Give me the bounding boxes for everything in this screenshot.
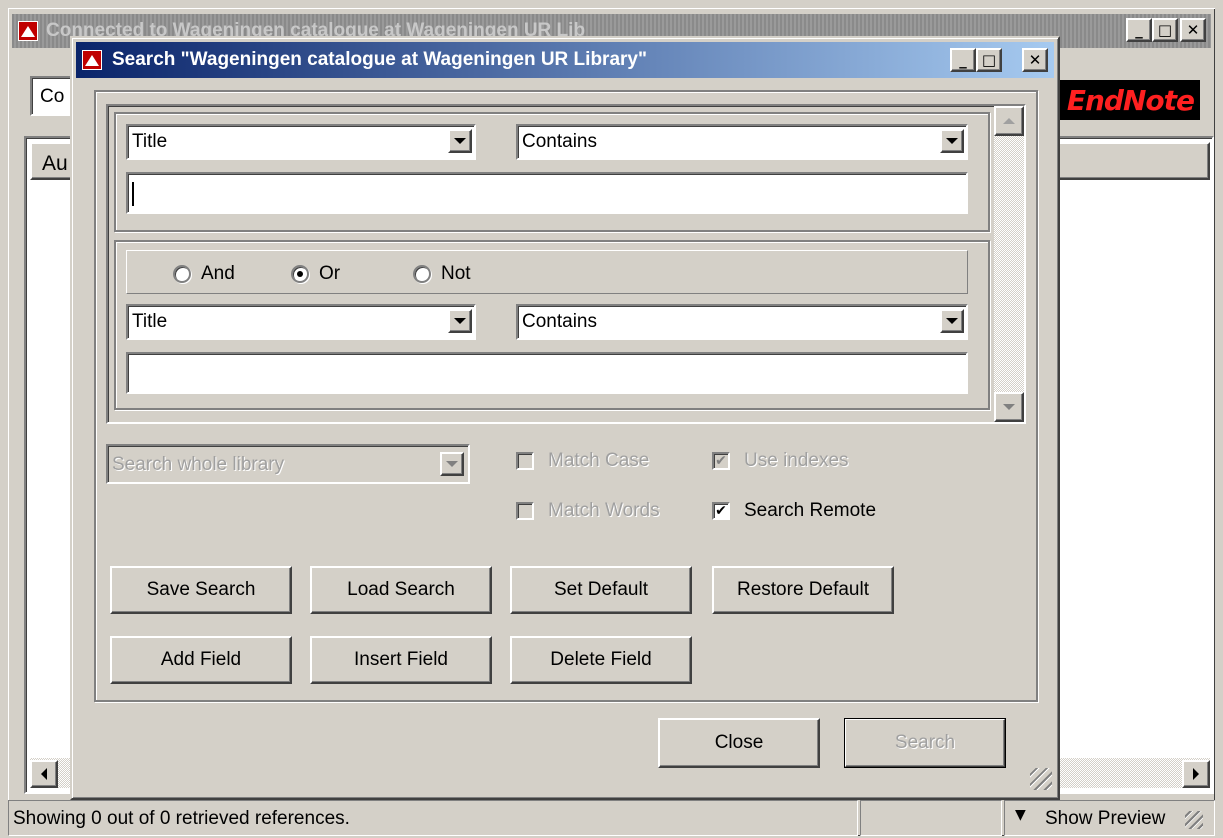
boolean-group: And Or Not — [126, 250, 968, 294]
status-bar: Showing 0 out of 0 retrieved references.… — [8, 800, 1215, 836]
criteria-area: Title Contains And Or Not Title Contains — [106, 104, 1026, 424]
criterion-2-operator-select[interactable]: Contains — [516, 304, 968, 340]
dialog-title: Search "Wageningen catalogue at Wagening… — [112, 49, 647, 70]
criterion-1-value-input[interactable] — [126, 172, 968, 214]
add-field-button[interactable]: Add Field — [110, 636, 292, 684]
column-header-filler — [1056, 142, 1210, 180]
status-pane-2 — [860, 800, 1002, 836]
radio-not[interactable]: Not — [413, 263, 471, 285]
save-search-button[interactable]: Save Search — [110, 566, 292, 614]
close-button[interactable]: Close — [658, 718, 820, 768]
arrow-down-icon — [1003, 404, 1015, 410]
scroll-left-button[interactable] — [30, 760, 58, 788]
scroll-down-button[interactable] — [994, 392, 1024, 422]
status-text-pane: Showing 0 out of 0 retrieved references. — [8, 800, 858, 836]
dropdown-arrow-icon[interactable] — [440, 452, 464, 476]
match-case-checkbox[interactable] — [516, 452, 534, 470]
dialog-minimize-button[interactable]: _ — [950, 48, 976, 72]
arrow-right-icon — [1193, 768, 1199, 780]
dropdown-arrow-icon[interactable] — [940, 129, 964, 153]
restore-default-button[interactable]: Restore Default — [712, 566, 894, 614]
use-indexes-option[interactable]: ✔ Use indexes — [712, 450, 849, 472]
main-minimize-button[interactable]: _ — [1126, 18, 1152, 42]
scroll-right-button[interactable] — [1182, 760, 1210, 788]
dropdown-arrow-icon[interactable] — [448, 309, 472, 333]
app-icon — [18, 21, 38, 41]
delete-field-button[interactable]: Delete Field — [510, 636, 692, 684]
main-close-button[interactable]: ✕ — [1180, 18, 1206, 42]
match-words-option[interactable]: Match Words — [516, 500, 660, 522]
radio-and[interactable]: And — [173, 263, 235, 285]
search-panel: Title Contains And Or Not Title Contains… — [94, 90, 1038, 702]
show-preview-pane[interactable]: ▼ Show Preview — [1004, 800, 1215, 836]
arrow-up-icon — [1003, 118, 1015, 124]
use-indexes-checkbox[interactable]: ✔ — [712, 452, 730, 470]
set-default-button[interactable]: Set Default — [510, 566, 692, 614]
criterion-1-field-select[interactable]: Title — [126, 124, 476, 160]
radio-and-indicator[interactable] — [173, 265, 191, 283]
dialog-resize-grip-icon[interactable] — [1030, 768, 1052, 790]
dialog-titlebar[interactable]: Search "Wageningen catalogue at Wagening… — [76, 42, 1054, 78]
double-chevron-down-icon: ▼ — [1015, 807, 1026, 823]
scroll-up-button[interactable] — [994, 106, 1024, 136]
criterion-1-operator-select[interactable]: Contains — [516, 124, 968, 160]
insert-field-button[interactable]: Insert Field — [310, 636, 492, 684]
resize-grip-icon[interactable] — [1185, 811, 1203, 829]
main-maximize-button[interactable]: □ — [1152, 18, 1178, 42]
dropdown-arrow-icon[interactable] — [940, 309, 964, 333]
match-words-checkbox[interactable] — [516, 502, 534, 520]
checkmark-icon: ✔ — [715, 503, 727, 519]
criterion-2-value-input[interactable] — [126, 352, 968, 394]
checkmark-icon: ✔ — [715, 453, 727, 469]
scope-select[interactable]: Search whole library — [106, 444, 470, 484]
criterion-2-field-select[interactable]: Title — [126, 304, 476, 340]
search-dialog: Search "Wageningen catalogue at Wagening… — [70, 36, 1060, 800]
match-case-option[interactable]: Match Case — [516, 450, 649, 472]
search-remote-checkbox[interactable]: ✔ — [712, 502, 730, 520]
radio-not-indicator[interactable] — [413, 265, 431, 283]
arrow-left-icon — [41, 768, 47, 780]
dialog-app-icon — [82, 50, 102, 70]
search-remote-option[interactable]: ✔ Search Remote — [712, 500, 876, 522]
radio-or[interactable]: Or — [291, 263, 340, 285]
criteria-scrollbar[interactable] — [994, 106, 1024, 422]
search-button[interactable]: Search — [844, 718, 1006, 768]
dialog-maximize-button[interactable]: □ — [976, 48, 1002, 72]
text-caret — [132, 182, 134, 206]
dialog-close-button[interactable]: ✕ — [1022, 48, 1048, 72]
load-search-button[interactable]: Load Search — [310, 566, 492, 614]
criterion-1: Title Contains — [114, 112, 990, 232]
radio-or-indicator[interactable] — [291, 265, 309, 283]
criterion-2: And Or Not Title Contains — [114, 240, 990, 410]
endnote-logo: EndNote — [1048, 80, 1200, 120]
dropdown-arrow-icon[interactable] — [448, 129, 472, 153]
